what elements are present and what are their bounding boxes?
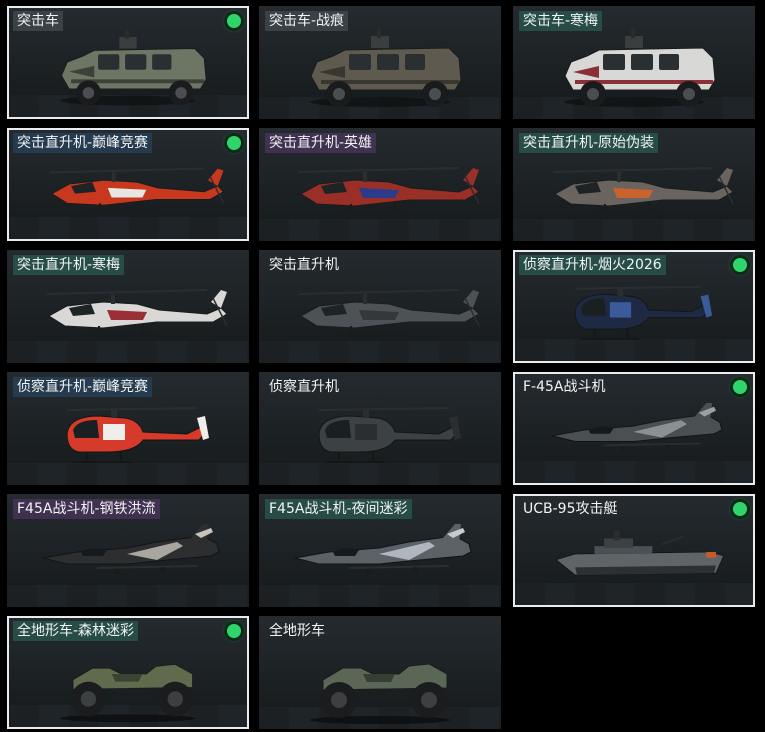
vehicle-name: F45A战斗机-夜间迷彩	[265, 499, 412, 519]
equipped-indicator-icon	[227, 136, 241, 150]
vehicle-name: 侦察直升机	[269, 379, 339, 395]
vehicle-card[interactable]: 全地形车-森林迷彩	[7, 616, 249, 729]
vehicle-card[interactable]: 侦察直升机	[259, 372, 501, 485]
vehicle-name: 突击直升机-英雄	[265, 133, 377, 153]
vehicle-name: F-45A战斗机	[523, 379, 606, 395]
vehicle-card[interactable]: F45A战斗机-夜间迷彩	[259, 494, 501, 607]
vehicle-name: 全地形车-森林迷彩	[13, 621, 139, 641]
vehicle-card[interactable]: 突击直升机-英雄	[259, 128, 501, 241]
vehicle-card[interactable]: 突击车-战痕	[259, 6, 501, 119]
equipped-indicator-icon	[733, 258, 747, 272]
vehicle-card[interactable]: 全地形车	[259, 616, 501, 729]
vehicle-name: 侦察直升机-烟火2026	[519, 255, 666, 275]
vehicle-card[interactable]: F45A战斗机-钢铁洪流	[7, 494, 249, 607]
vehicle-card[interactable]: 突击直升机	[259, 250, 501, 363]
vehicle-card[interactable]: 突击直升机-寒梅	[7, 250, 249, 363]
vehicle-name: 突击车	[13, 11, 63, 31]
vehicle-card[interactable]: 侦察直升机-烟火2026	[513, 250, 755, 363]
vehicle-name: 突击车-寒梅	[519, 11, 603, 31]
vehicle-name: 侦察直升机-巅峰竞赛	[13, 377, 153, 397]
equipped-indicator-icon	[227, 624, 241, 638]
equipped-indicator-icon	[733, 502, 747, 516]
vehicle-name: 突击车-战痕	[265, 11, 349, 31]
vehicle-name: 突击直升机-巅峰竞赛	[13, 133, 153, 153]
vehicle-card[interactable]: UCB-95攻击艇	[513, 494, 755, 607]
vehicle-card[interactable]: 突击直升机-原始伪装	[513, 128, 755, 241]
vehicle-name: 全地形车	[269, 623, 325, 639]
vehicle-card[interactable]: 突击车	[7, 6, 249, 119]
vehicle-name: F45A战斗机-钢铁洪流	[13, 499, 160, 519]
vehicle-card[interactable]: 侦察直升机-巅峰竞赛	[7, 372, 249, 485]
vehicle-card[interactable]: F-45A战斗机	[513, 372, 755, 485]
vehicle-name: 突击直升机-原始伪装	[519, 133, 659, 153]
vehicle-name: UCB-95攻击艇	[523, 501, 618, 517]
vehicle-skin-grid: 突击车 突击车-战痕 突击车-寒梅 突击直升机-巅峰竞赛 突击直升机-英雄 突击…	[0, 0, 765, 732]
vehicle-card[interactable]: 突击车-寒梅	[513, 6, 755, 119]
vehicle-name: 突击直升机-寒梅	[13, 255, 125, 275]
equipped-indicator-icon	[227, 14, 241, 28]
vehicle-card[interactable]: 突击直升机-巅峰竞赛	[7, 128, 249, 241]
equipped-indicator-icon	[733, 380, 747, 394]
vehicle-name: 突击直升机	[269, 257, 339, 273]
